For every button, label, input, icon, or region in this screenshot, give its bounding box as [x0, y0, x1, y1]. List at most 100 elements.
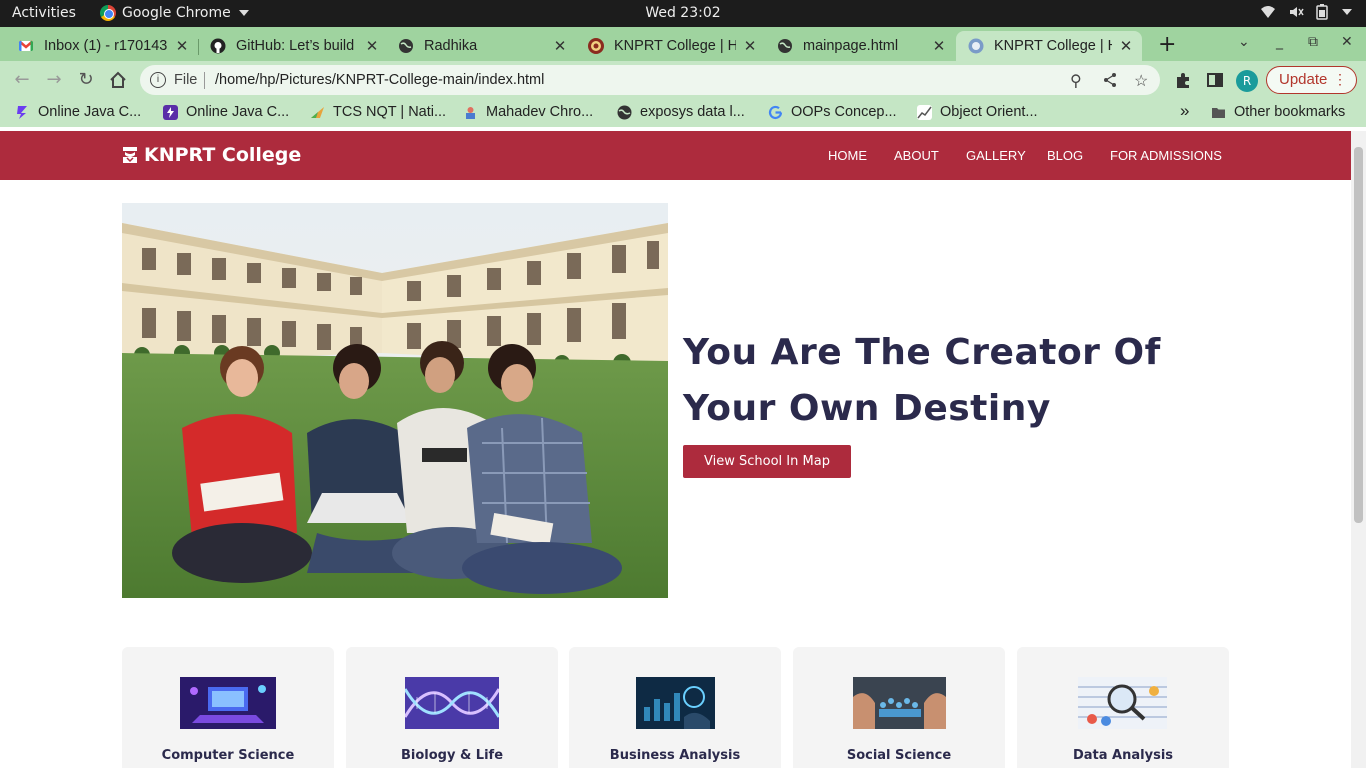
- tab-inbox[interactable]: Inbox (1) - r170143 ✕: [0, 31, 198, 61]
- course-cards: Computer Science Biology & Life Business…: [122, 647, 1230, 768]
- close-icon[interactable]: ✕: [552, 37, 568, 55]
- bookmark-item[interactable]: TCS NQT | Nati...: [310, 104, 446, 120]
- url-scheme: File: [174, 72, 198, 88]
- bookmark-item[interactable]: OOPs Concep...: [768, 104, 897, 120]
- side-panel-icon[interactable]: [1206, 71, 1224, 89]
- course-card-business[interactable]: Business Analysis: [569, 647, 781, 768]
- biology-image: [405, 677, 499, 729]
- course-name: Biology & Life: [400, 748, 504, 763]
- profile-avatar[interactable]: R: [1236, 70, 1258, 92]
- back-icon[interactable]: ←: [10, 68, 34, 92]
- new-tab-button[interactable]: +: [1158, 32, 1176, 57]
- nav-home[interactable]: HOME: [828, 148, 867, 163]
- hero-heading: You Are The Creator Of Your Own Destiny: [683, 332, 1161, 429]
- computer-science-image: [180, 677, 276, 729]
- nav-about[interactable]: ABOUT: [894, 148, 939, 163]
- close-icon[interactable]: ✕: [174, 37, 190, 55]
- update-button[interactable]: Update ⋮: [1266, 66, 1357, 94]
- course-card-biology[interactable]: Biology & Life: [346, 647, 558, 768]
- bookmark-star-icon[interactable]: ☆: [1134, 71, 1148, 91]
- page-scrollbar[interactable]: [1351, 131, 1366, 768]
- bookmarks-overflow-icon[interactable]: »: [1180, 101, 1189, 121]
- social-science-image: [853, 677, 946, 729]
- course-card-social-science[interactable]: Social Science: [793, 647, 1005, 768]
- close-icon[interactable]: ✕: [1118, 37, 1134, 55]
- bookmark-item[interactable]: Online Java C...: [163, 104, 289, 120]
- home-icon[interactable]: [106, 68, 130, 92]
- graduation-cap-icon: [123, 147, 137, 163]
- course-name: Computer Science: [161, 748, 295, 763]
- bookmarks-bar: Online Java C... Online Java C... TCS NQ…: [0, 99, 1366, 127]
- tab-knprt-college-active[interactable]: KNPRT College | H ✕: [956, 31, 1142, 61]
- address-bar[interactable]: i File /home/hp/Pictures/KNPRT-College-m…: [140, 65, 1160, 95]
- info-icon[interactable]: i: [150, 72, 166, 88]
- activities-button[interactable]: Activities: [12, 5, 76, 21]
- chrome-icon: [100, 5, 116, 21]
- course-name: Data Analysis: [1072, 748, 1174, 763]
- tab-title: GitHub: Let’s build: [236, 38, 355, 54]
- tab-title: Inbox (1) - r170143: [44, 38, 168, 54]
- close-icon[interactable]: ✕: [931, 37, 947, 55]
- volume-muted-icon: [1290, 7, 1304, 17]
- scrollbar-thumb[interactable]: [1354, 147, 1363, 523]
- brand-name: KNPRT College: [144, 144, 302, 166]
- extensions-icon[interactable]: [1174, 71, 1192, 89]
- zoom-icon[interactable]: ⚲: [1070, 71, 1082, 91]
- tab-knprt-college[interactable]: KNPRT College | H ✕: [570, 31, 766, 61]
- tab-title: KNPRT College | H: [614, 38, 736, 54]
- tab-title: mainpage.html: [803, 38, 899, 54]
- close-icon[interactable]: ✕: [742, 37, 758, 55]
- tab-mainpage[interactable]: mainpage.html ✕: [759, 31, 955, 61]
- more-vert-icon: ⋮: [1333, 71, 1347, 87]
- bookmark-item[interactable]: Online Java C...: [15, 104, 141, 120]
- bookmark-item[interactable]: exposys data l...: [617, 104, 745, 120]
- google-icon: [768, 105, 783, 119]
- maximize-button[interactable]: ⧉: [1308, 34, 1318, 50]
- globe-icon: [399, 39, 413, 53]
- college-icon: [588, 38, 604, 54]
- tab-github[interactable]: GitHub: Let’s build ✕: [192, 31, 388, 61]
- bookmark-favicon-icon: [163, 104, 178, 120]
- wifi-icon: [1261, 6, 1275, 18]
- tab-title: Radhika: [424, 38, 478, 54]
- app-name: Google Chrome: [122, 5, 231, 21]
- reload-icon[interactable]: ↻: [74, 68, 98, 92]
- gmail-icon: [18, 40, 34, 51]
- browser-toolbar: ← → ↻ i File /home/hp/Pictures/KNPRT-Col…: [0, 61, 1366, 99]
- globe-icon: [778, 39, 792, 53]
- business-image: [636, 677, 715, 729]
- hero-image: [122, 203, 668, 598]
- chart-icon: [917, 104, 932, 120]
- close-icon[interactable]: ✕: [364, 37, 380, 55]
- minimize-button[interactable]: _: [1276, 34, 1283, 50]
- tab-search-icon[interactable]: ⌄: [1238, 34, 1250, 50]
- nav-gallery[interactable]: GALLERY: [966, 148, 1026, 163]
- view-map-button[interactable]: View School In Map: [683, 445, 851, 478]
- college-icon: [968, 38, 984, 54]
- chevron-down-icon: [238, 10, 249, 16]
- bookmark-item[interactable]: Mahadev Chro...: [463, 104, 593, 120]
- nav-blog[interactable]: BLOG: [1047, 148, 1083, 163]
- course-card-data-analysis[interactable]: Data Analysis: [1017, 647, 1229, 768]
- globe-icon: [617, 105, 632, 119]
- data-analysis-image: [1078, 677, 1167, 729]
- github-icon: [210, 38, 226, 54]
- bookmark-item[interactable]: Object Orient...: [917, 104, 1038, 120]
- system-tray[interactable]: [1260, 4, 1352, 20]
- forward-icon[interactable]: →: [42, 68, 66, 92]
- web-page: KNPRT College HOME ABOUT GALLERY BLOG FO…: [0, 131, 1351, 768]
- nav-admissions[interactable]: FOR ADMISSIONS: [1110, 148, 1222, 163]
- other-bookmarks-folder[interactable]: Other bookmarks: [1211, 104, 1345, 120]
- folder-icon: [1212, 107, 1225, 118]
- close-window-button[interactable]: ✕: [1341, 34, 1353, 50]
- bookmark-favicon-icon: [311, 106, 324, 118]
- site-navbar: KNPRT College HOME ABOUT GALLERY BLOG FO…: [0, 131, 1351, 180]
- tab-radhika[interactable]: Radhika ✕: [380, 31, 576, 61]
- course-card-computer-science[interactable]: Computer Science: [122, 647, 334, 768]
- app-menu[interactable]: Google Chrome: [100, 5, 249, 21]
- update-label: Update: [1279, 71, 1328, 88]
- share-icon[interactable]: [1102, 72, 1118, 88]
- url-text[interactable]: /home/hp/Pictures/KNPRT-College-main/ind…: [215, 72, 544, 88]
- tab-title: KNPRT College | H: [994, 38, 1112, 54]
- site-logo[interactable]: KNPRT College: [122, 144, 301, 166]
